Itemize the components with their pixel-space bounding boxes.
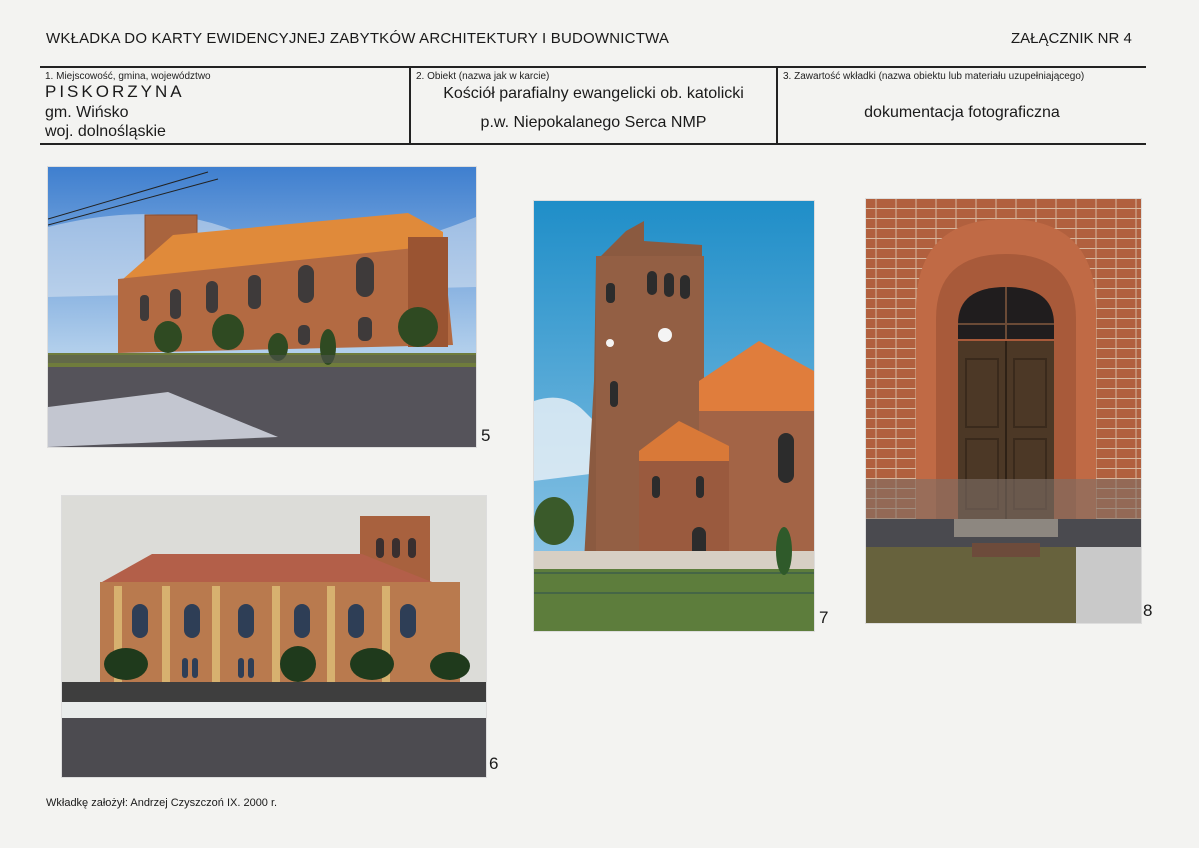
object-label: 2. Obiekt (nazwa jak w karcie) bbox=[416, 71, 550, 82]
info-table: 1. Miejscowość, gmina, województwo PISKO… bbox=[40, 66, 1146, 145]
location-cell: 1. Miejscowość, gmina, województwo PISKO… bbox=[40, 68, 411, 143]
photo-number-8: 8 bbox=[1143, 601, 1153, 620]
document-title: WKŁADKA DO KARTY EWIDENCYJNEJ ZABYTKÓW A… bbox=[46, 30, 670, 47]
photo-church-opposite-side bbox=[61, 495, 487, 778]
object-name-line2: p.w. Niepokalanego Serca NMP bbox=[480, 114, 707, 131]
photo-church-side-view bbox=[47, 166, 477, 448]
annex-number: ZAŁĄCZNIK NR 4 bbox=[1011, 30, 1132, 47]
object-name-line1: Kościół parafialny ewangelicki ob. katol… bbox=[443, 85, 744, 102]
photo-church-tower bbox=[533, 200, 815, 632]
photo-number-5: 5 bbox=[481, 426, 491, 445]
author-footer: Wkładkę założył: Andrzej Czyszczoń IX. 2… bbox=[46, 797, 278, 809]
photo-number-7: 7 bbox=[819, 608, 829, 627]
place-name: PISKORZYNA bbox=[45, 82, 185, 101]
location-label: 1. Miejscowość, gmina, województwo bbox=[45, 71, 211, 82]
commune-name: gm. Wińsko bbox=[45, 104, 129, 121]
document-page: WKŁADKA DO KARTY EWIDENCYJNEJ ZABYTKÓW A… bbox=[0, 0, 1199, 848]
object-cell: 2. Obiekt (nazwa jak w karcie) Kościół p… bbox=[411, 68, 778, 143]
contents-label: 3. Zawartość wkładki (nazwa obiektu lub … bbox=[783, 71, 1085, 82]
photo-number-6: 6 bbox=[489, 754, 499, 773]
photo-church-doorway bbox=[865, 198, 1142, 624]
contents-cell: 3. Zawartość wkładki (nazwa obiektu lub … bbox=[778, 68, 1146, 143]
contents-value: dokumentacja fotograficzna bbox=[864, 104, 1060, 121]
voivodeship-name: woj. dolnośląskie bbox=[45, 123, 166, 140]
